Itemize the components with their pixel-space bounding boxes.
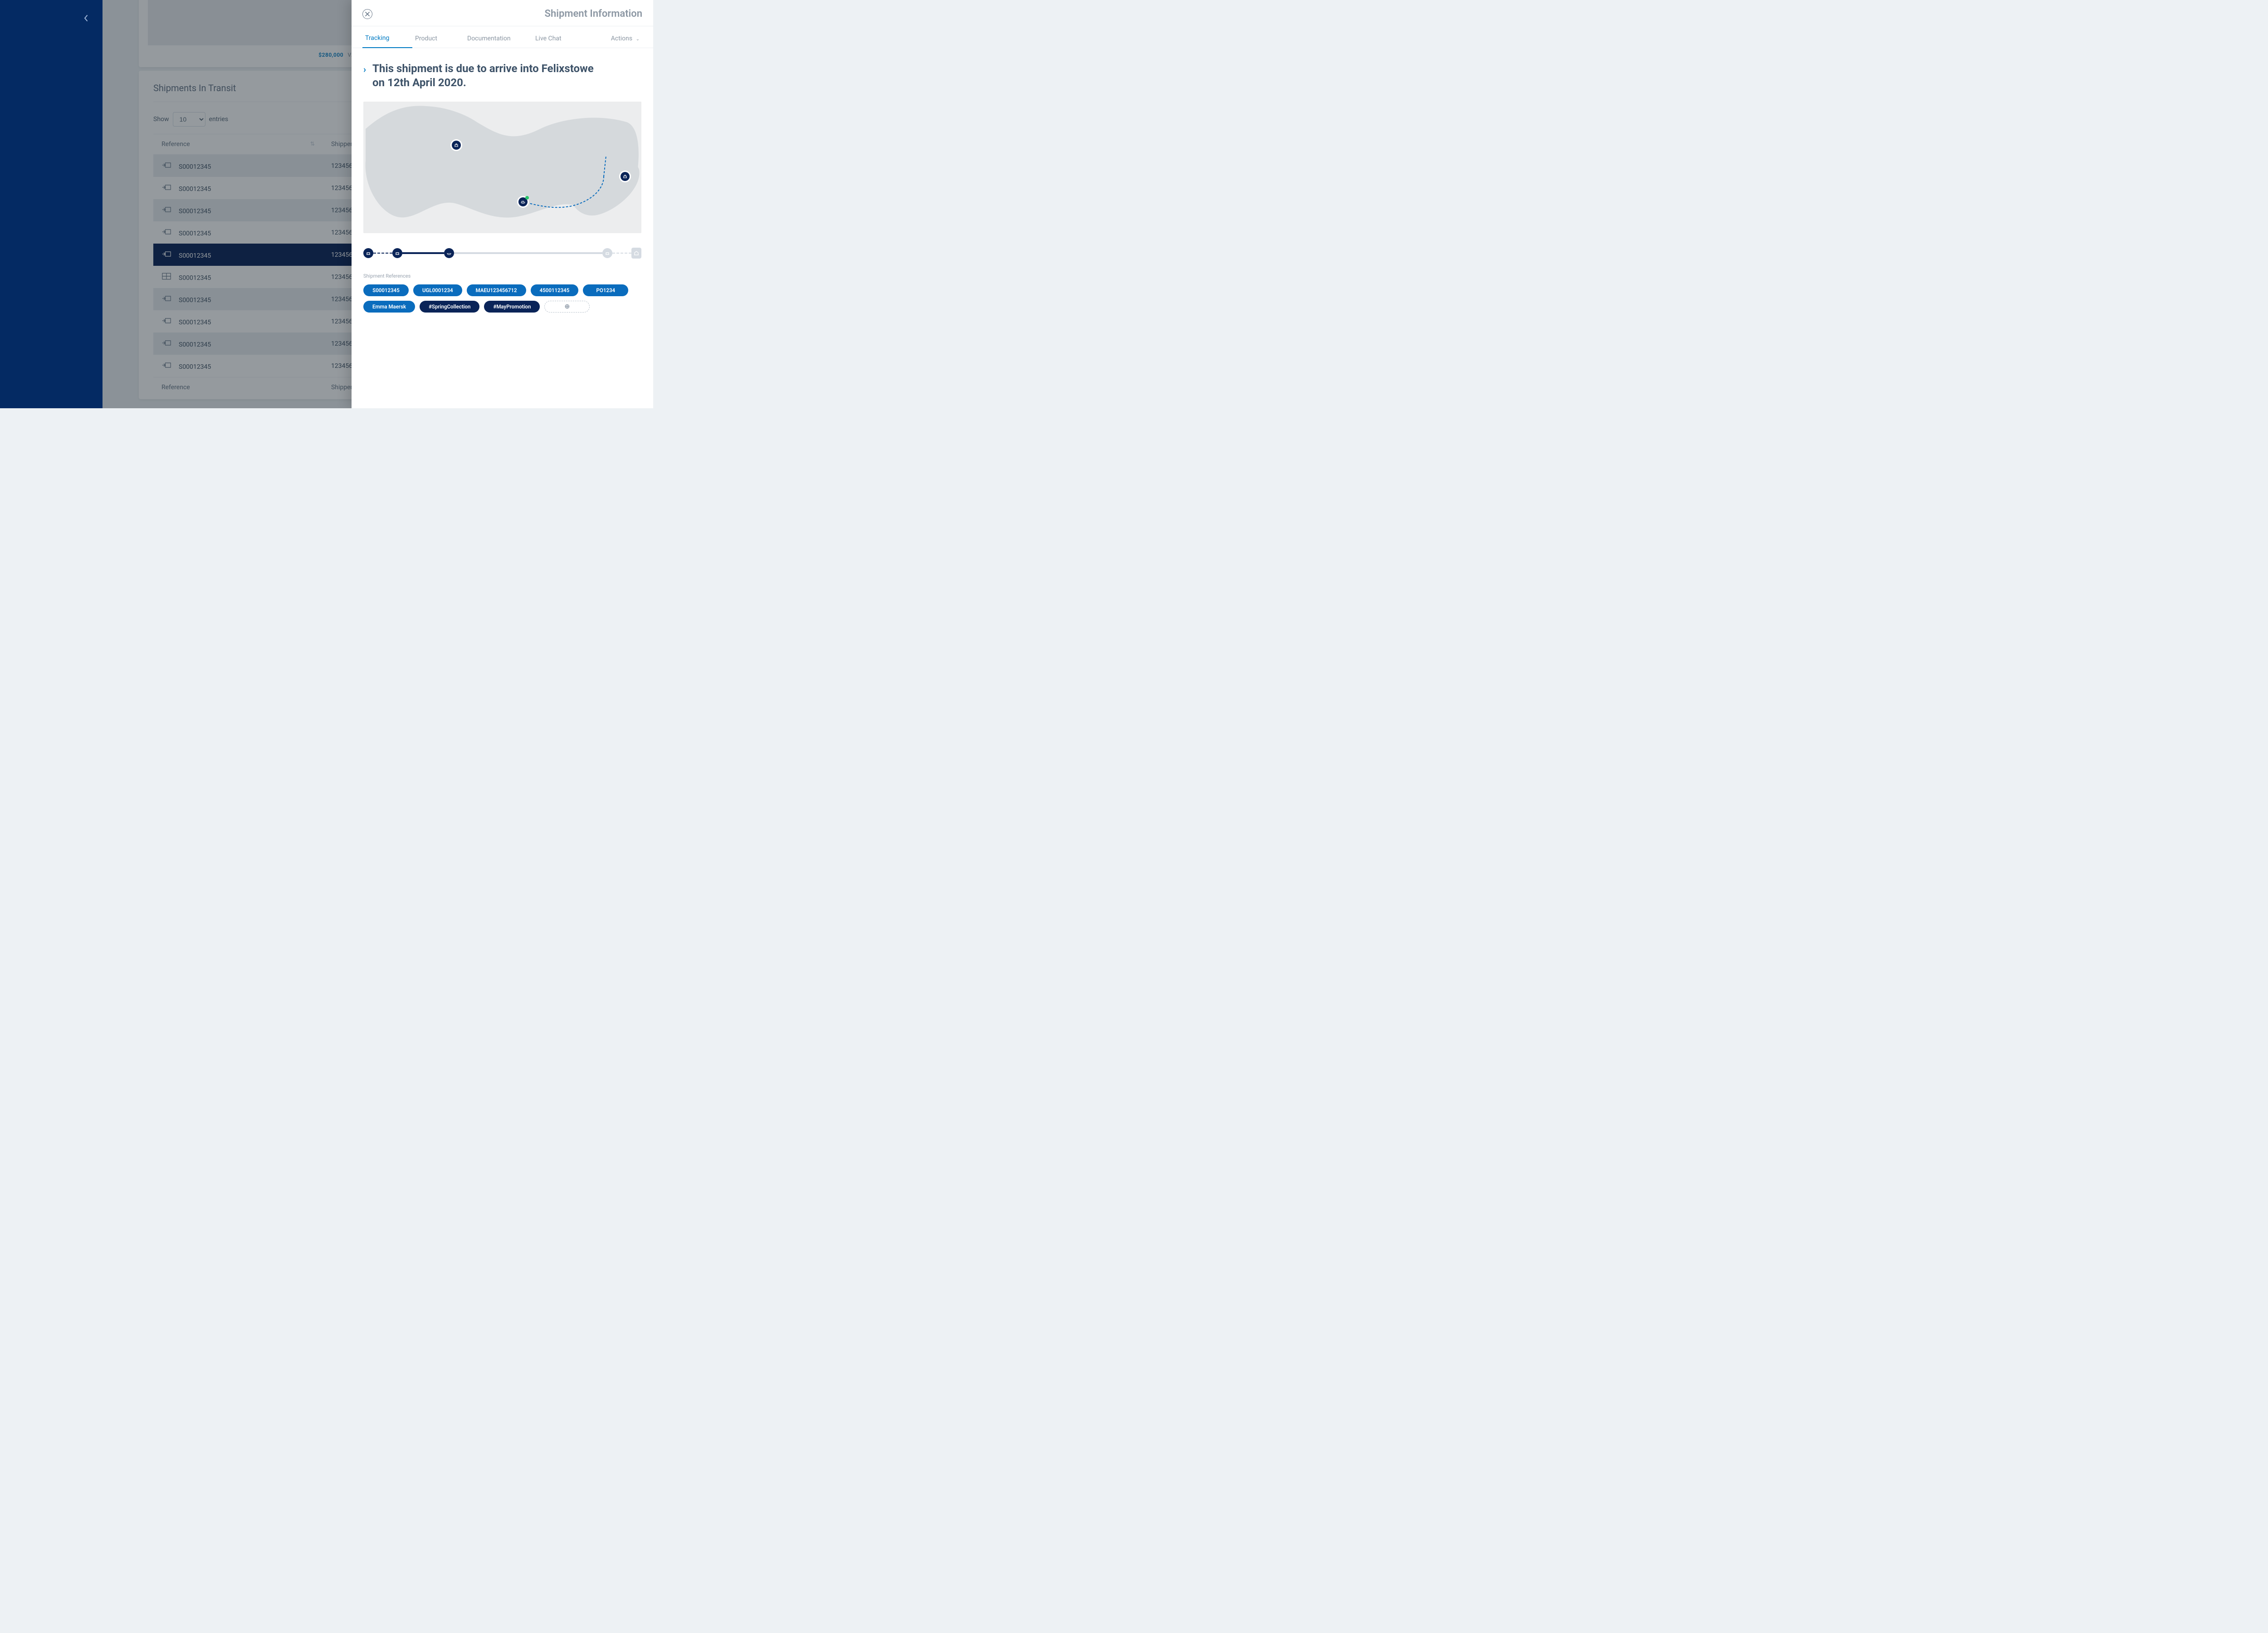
tab-actions-label: Actions	[611, 35, 632, 42]
timeline-node-4[interactable]	[602, 248, 612, 258]
timeline-node-1[interactable]	[363, 248, 373, 258]
chevron-right-icon: ›	[363, 64, 366, 90]
reference-pills: S00012345 UGL0001234 MAEU123456712 45001123…	[363, 284, 641, 313]
shipment-drawer: Shipment Information Tracking Product Do…	[352, 0, 653, 408]
chevron-left-icon	[84, 15, 88, 21]
sidebar	[0, 0, 103, 408]
reference-pill[interactable]: Emma Maersk	[363, 301, 415, 313]
ship-icon	[521, 200, 525, 204]
port-icon	[366, 251, 371, 255]
port-icon	[395, 251, 400, 255]
tab-actions[interactable]: Actions ⌄	[608, 35, 642, 48]
timeline-node-2[interactable]	[392, 248, 402, 258]
reference-pill[interactable]: S00012345	[363, 284, 409, 296]
drawer-tabs: Tracking Product Documentation Live Chat…	[352, 26, 653, 48]
sidebar-collapse-button[interactable]	[81, 13, 92, 24]
reference-pill[interactable]: MAEU123456712	[467, 284, 526, 296]
reference-pill[interactable]: #SpringCollection	[420, 301, 479, 313]
headline: This shipment is due to arrive into Feli…	[372, 62, 608, 90]
timeline-node-5[interactable]	[631, 248, 641, 259]
tab-tracking[interactable]: Tracking	[362, 34, 412, 48]
chevron-down-icon: ⌄	[636, 37, 640, 42]
tab-livechat[interactable]: Live Chat	[533, 35, 578, 48]
reference-pill[interactable]: PO1234	[583, 284, 628, 296]
tab-documentation[interactable]: Documentation	[464, 35, 533, 48]
references-label: Shipment References	[363, 273, 641, 279]
warehouse-icon	[634, 250, 639, 256]
port-icon	[623, 174, 627, 179]
tab-product[interactable]: Product	[412, 35, 464, 48]
add-reference-button[interactable]: ⊕	[544, 301, 590, 313]
drawer-header: Shipment Information	[352, 0, 653, 26]
close-button[interactable]	[362, 9, 372, 19]
plus-icon: ⊕	[565, 304, 570, 309]
drawer-body: › This shipment is due to arrive into Fe…	[352, 48, 653, 408]
reference-pill[interactable]: 4500112345	[531, 284, 579, 296]
shipment-timeline	[363, 247, 641, 259]
world-map-shape	[363, 102, 641, 233]
timeline-node-3[interactable]	[444, 248, 454, 258]
close-icon	[365, 12, 370, 16]
ship-icon	[447, 251, 451, 255]
reference-pill[interactable]: #MayPromotion	[484, 301, 540, 313]
drawer-title: Shipment Information	[545, 8, 642, 20]
port-icon	[605, 251, 610, 255]
tracking-map[interactable]	[363, 102, 641, 233]
reference-pill[interactable]: UGL0001234	[413, 284, 462, 296]
port-icon	[454, 143, 459, 147]
